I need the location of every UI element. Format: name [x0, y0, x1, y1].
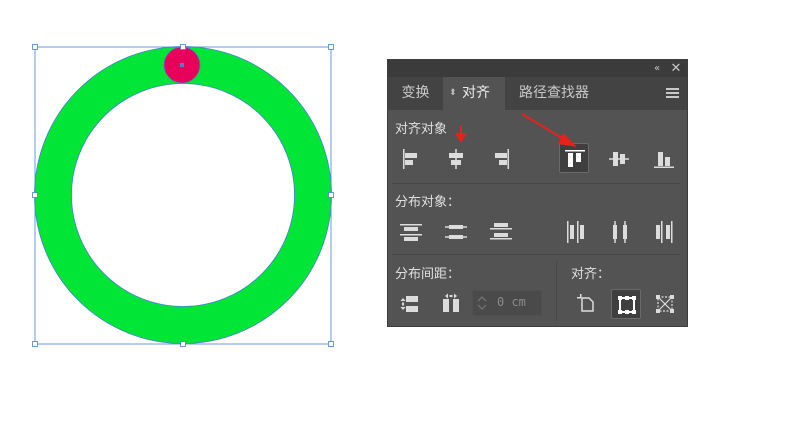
section-divider: [392, 254, 680, 255]
distribute-vertical-center-button[interactable]: [441, 217, 471, 247]
align-objects-label: 对齐对象: [395, 122, 448, 137]
align-to-selection-button[interactable]: [571, 289, 601, 319]
align-to-artboard-icon: [656, 295, 674, 313]
handle-middle-left[interactable]: [32, 192, 38, 198]
align-top-icon: [565, 150, 585, 167]
handle-top-right[interactable]: [328, 44, 334, 50]
handle-bottom-right[interactable]: [328, 341, 334, 347]
distribute-top-icon: [400, 224, 422, 241]
horizontal-spacing-icon: [443, 293, 459, 312]
distribute-spacing-label: 分布间距：: [395, 267, 461, 282]
vertical-spacing-icon: [400, 296, 418, 312]
distribute-right-button[interactable]: [650, 217, 680, 247]
align-to-artboard-button[interactable]: [650, 289, 680, 319]
section-divider: [392, 183, 680, 184]
distribute-bottom-button[interactable]: [486, 217, 516, 247]
dot-center-marker: [180, 63, 184, 67]
align-right-icon: [495, 149, 509, 169]
distribute-horizontal-center-button[interactable]: [605, 217, 635, 247]
distribute-horizontal-center-icon: [613, 221, 627, 243]
align-horizontal-center-icon: [449, 149, 463, 169]
distribute-vertical-spacing-button[interactable]: [396, 289, 426, 319]
spacing-value: 0 cm: [497, 295, 526, 309]
align-to-selection-icon: [577, 294, 594, 312]
tab-label: 路径查找器: [519, 85, 589, 101]
panel-menu-icon[interactable]: [666, 88, 679, 98]
distribute-left-button[interactable]: [560, 217, 590, 247]
align-vertical-center-button[interactable]: [604, 144, 634, 174]
panel-title-bar[interactable]: « ✕: [388, 60, 687, 77]
align-bottom-icon: [654, 152, 674, 168]
distribute-horizontal-spacing-button[interactable]: [436, 289, 466, 319]
stepper-arrows-icon[interactable]: [475, 293, 489, 313]
align-to-key-object-icon: [618, 296, 636, 314]
distribute-left-icon: [567, 221, 584, 243]
align-to-key-object-button[interactable]: [611, 289, 641, 319]
handle-top-left[interactable]: [32, 44, 38, 50]
distribute-right-icon: [656, 221, 673, 243]
align-horizontal-center-button[interactable]: [441, 144, 471, 174]
align-right-button[interactable]: [486, 144, 516, 174]
tab-transform[interactable]: 变换: [388, 77, 443, 110]
align-top-button[interactable]: [559, 143, 589, 173]
distribute-objects-label: 分布对象：: [395, 195, 461, 210]
align-bottom-button[interactable]: [649, 144, 679, 174]
handle-bottom-left[interactable]: [32, 341, 38, 347]
distribute-bottom-icon: [490, 223, 512, 240]
align-to-label: 对齐：: [571, 267, 611, 282]
handle-middle-right[interactable]: [328, 192, 334, 198]
tab-pathfinder[interactable]: 路径查找器: [509, 77, 599, 110]
align-left-button[interactable]: [396, 144, 426, 174]
distribute-top-button[interactable]: [396, 217, 426, 247]
spacing-value-field[interactable]: 0 cm: [472, 290, 542, 316]
tab-label: 对齐: [462, 85, 490, 101]
section-divider-vertical: [556, 261, 557, 321]
handle-top-center[interactable]: [180, 44, 186, 50]
tab-arrow-icon: ⬍: [449, 88, 457, 98]
panel-tabs: 变换 ⬍ 对齐 路径查找器: [388, 77, 687, 110]
tab-label: 变换: [401, 85, 430, 101]
tab-align[interactable]: ⬍ 对齐: [443, 77, 505, 110]
double-chevron-left-icon[interactable]: «: [650, 60, 664, 77]
close-icon[interactable]: ✕: [669, 60, 683, 77]
green-ring[interactable]: [34, 46, 332, 344]
align-left-icon: [403, 149, 417, 169]
align-vertical-center-icon: [609, 152, 629, 166]
distribute-vertical-center-icon: [445, 225, 467, 239]
handle-bottom-center[interactable]: [180, 341, 186, 347]
ring-outline-inner: [71, 83, 295, 307]
